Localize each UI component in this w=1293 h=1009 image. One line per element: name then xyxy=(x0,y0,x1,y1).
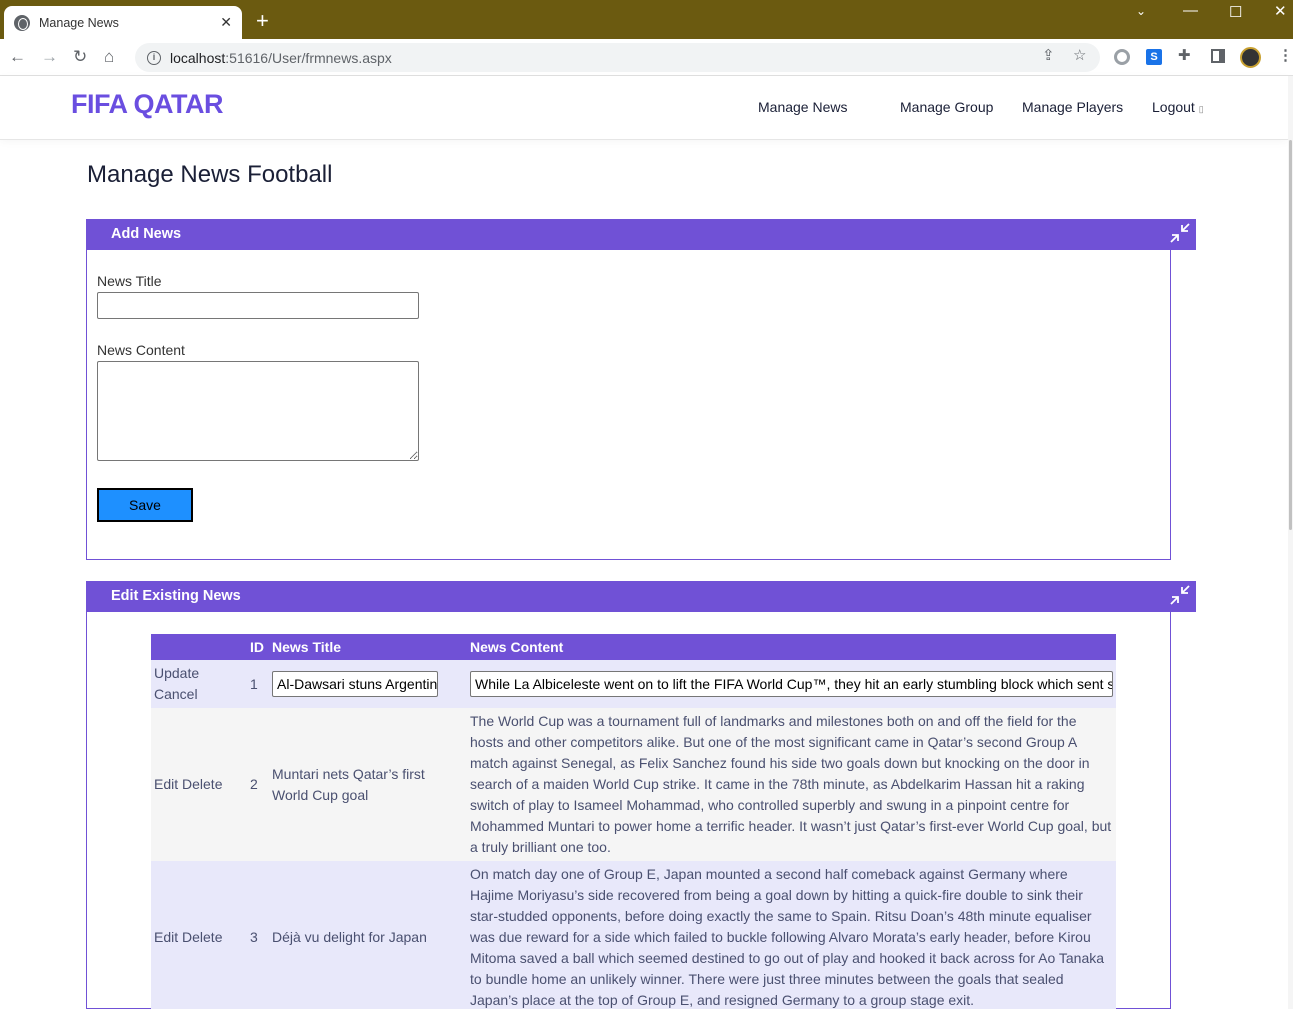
window-close-icon[interactable]: ✕ xyxy=(1274,2,1287,20)
tab-search-icon[interactable]: ⌄ xyxy=(1136,4,1146,18)
edit-news-heading: Edit Existing News xyxy=(111,588,241,604)
new-tab-icon[interactable]: + xyxy=(256,10,269,32)
extensions-puzzle-icon[interactable]: ✚ xyxy=(1178,46,1191,64)
update-link[interactable]: Update xyxy=(154,665,199,681)
nav-manage-players[interactable]: Manage Players xyxy=(1022,99,1123,115)
url-text: localhost:51616/User/frmnews.aspx xyxy=(170,49,392,66)
row-content: The World Cup was a tournament full of l… xyxy=(467,708,1116,861)
extension-s-icon[interactable]: S xyxy=(1146,49,1162,65)
edit-link[interactable]: Edit xyxy=(154,776,178,792)
site-header: FIFA QATAR Manage News Manage Group Mana… xyxy=(0,76,1288,140)
site-info-icon[interactable]: i xyxy=(147,50,161,65)
extension-circle-icon[interactable] xyxy=(1114,49,1130,65)
add-news-heading: Add News xyxy=(111,226,182,242)
reload-icon[interactable]: ↻ xyxy=(73,47,87,67)
add-news-panel-header: Add News xyxy=(86,219,1196,250)
row-id: 1 xyxy=(247,660,269,708)
brand-logo[interactable]: FIFA QATAR xyxy=(71,89,223,120)
menu-dots-icon[interactable]: ⋮ xyxy=(1278,46,1293,64)
nav-manage-group[interactable]: Manage Group xyxy=(900,99,993,115)
share-icon[interactable]: ⇪ xyxy=(1042,46,1055,64)
back-icon[interactable]: ← xyxy=(9,47,26,67)
scrollbar-thumb[interactable] xyxy=(1289,140,1292,530)
news-title-input[interactable] xyxy=(97,292,419,319)
row-id: 2 xyxy=(247,708,269,861)
row-title: Muntari nets Qatar’s first World Cup goa… xyxy=(269,708,467,861)
browser-tab[interactable]: Manage News ✕ xyxy=(4,6,242,39)
collapse-icon[interactable] xyxy=(1170,223,1190,243)
edit-content-input[interactable]: While La Albiceleste went on to lift the… xyxy=(470,671,1113,697)
collapse-icon[interactable] xyxy=(1170,585,1190,605)
row-content-cell: While La Albiceleste went on to lift the… xyxy=(467,660,1116,708)
forward-icon[interactable]: → xyxy=(41,47,58,67)
news-title-label: News Title xyxy=(97,273,162,289)
tab-close-icon[interactable]: ✕ xyxy=(220,14,232,31)
maximize-icon[interactable]: ☐ xyxy=(1229,3,1242,21)
row-id: 3 xyxy=(247,861,269,1009)
row-actions: Edit Delete xyxy=(151,708,247,861)
home-icon[interactable]: ⌂ xyxy=(104,47,114,67)
row-actions: Update Cancel xyxy=(151,660,247,708)
side-panel-icon[interactable] xyxy=(1211,49,1225,63)
news-content-label: News Content xyxy=(97,342,185,358)
address-toolbar: ← → ↻ ⌂ i localhost:51616/User/frmnews.a… xyxy=(0,39,1293,76)
browser-tab-strip: Manage News ✕ + ⌄ — ☐ ✕ xyxy=(0,0,1293,39)
page-title: Manage News Football xyxy=(87,161,333,188)
row-content: On match day one of Group E, Japan mount… xyxy=(467,861,1116,1009)
table-row: Update Cancel 1 Al-Dawsari stuns Argenti… xyxy=(151,660,1116,708)
avatar[interactable] xyxy=(1240,47,1261,68)
grid-header-id: ID xyxy=(247,634,269,660)
nav-manage-news[interactable]: Manage News xyxy=(758,99,848,115)
edit-title-input[interactable]: Al-Dawsari stuns Argentina xyxy=(272,671,438,697)
table-row: Edit Delete 2 Muntari nets Qatar’s first… xyxy=(151,708,1116,861)
logout-icon: ▯ xyxy=(1198,104,1204,114)
globe-icon xyxy=(14,14,30,31)
table-row: Edit Delete 3 Déjà vu delight for Japan … xyxy=(151,861,1116,1009)
row-title-cell: Al-Dawsari stuns Argentina xyxy=(269,660,467,708)
grid-header-row: ID News Title News Content xyxy=(151,634,1116,660)
row-title: Déjà vu delight for Japan xyxy=(269,861,467,1009)
delete-link[interactable]: Delete xyxy=(182,929,222,945)
grid-header-actions xyxy=(151,634,247,660)
url-bar[interactable]: i localhost:51616/User/frmnews.aspx xyxy=(135,43,1100,72)
tab-title: Manage News xyxy=(39,15,119,30)
grid-header-title: News Title xyxy=(269,634,467,660)
row-actions: Edit Delete xyxy=(151,861,247,1009)
edit-news-panel-header: Edit Existing News xyxy=(86,581,1196,612)
minimize-icon[interactable]: — xyxy=(1183,2,1198,19)
delete-link[interactable]: Delete xyxy=(182,776,222,792)
edit-link[interactable]: Edit xyxy=(154,929,178,945)
save-button[interactable]: Save xyxy=(97,488,193,522)
cancel-link[interactable]: Cancel xyxy=(154,686,198,702)
nav-logout[interactable]: Logout ▯ xyxy=(1152,99,1204,115)
grid-header-content: News Content xyxy=(467,634,1116,660)
news-grid: ID News Title News Content Update Cancel… xyxy=(151,634,1116,1009)
news-content-textarea[interactable] xyxy=(97,361,419,461)
bookmark-star-icon[interactable]: ☆ xyxy=(1073,46,1086,64)
